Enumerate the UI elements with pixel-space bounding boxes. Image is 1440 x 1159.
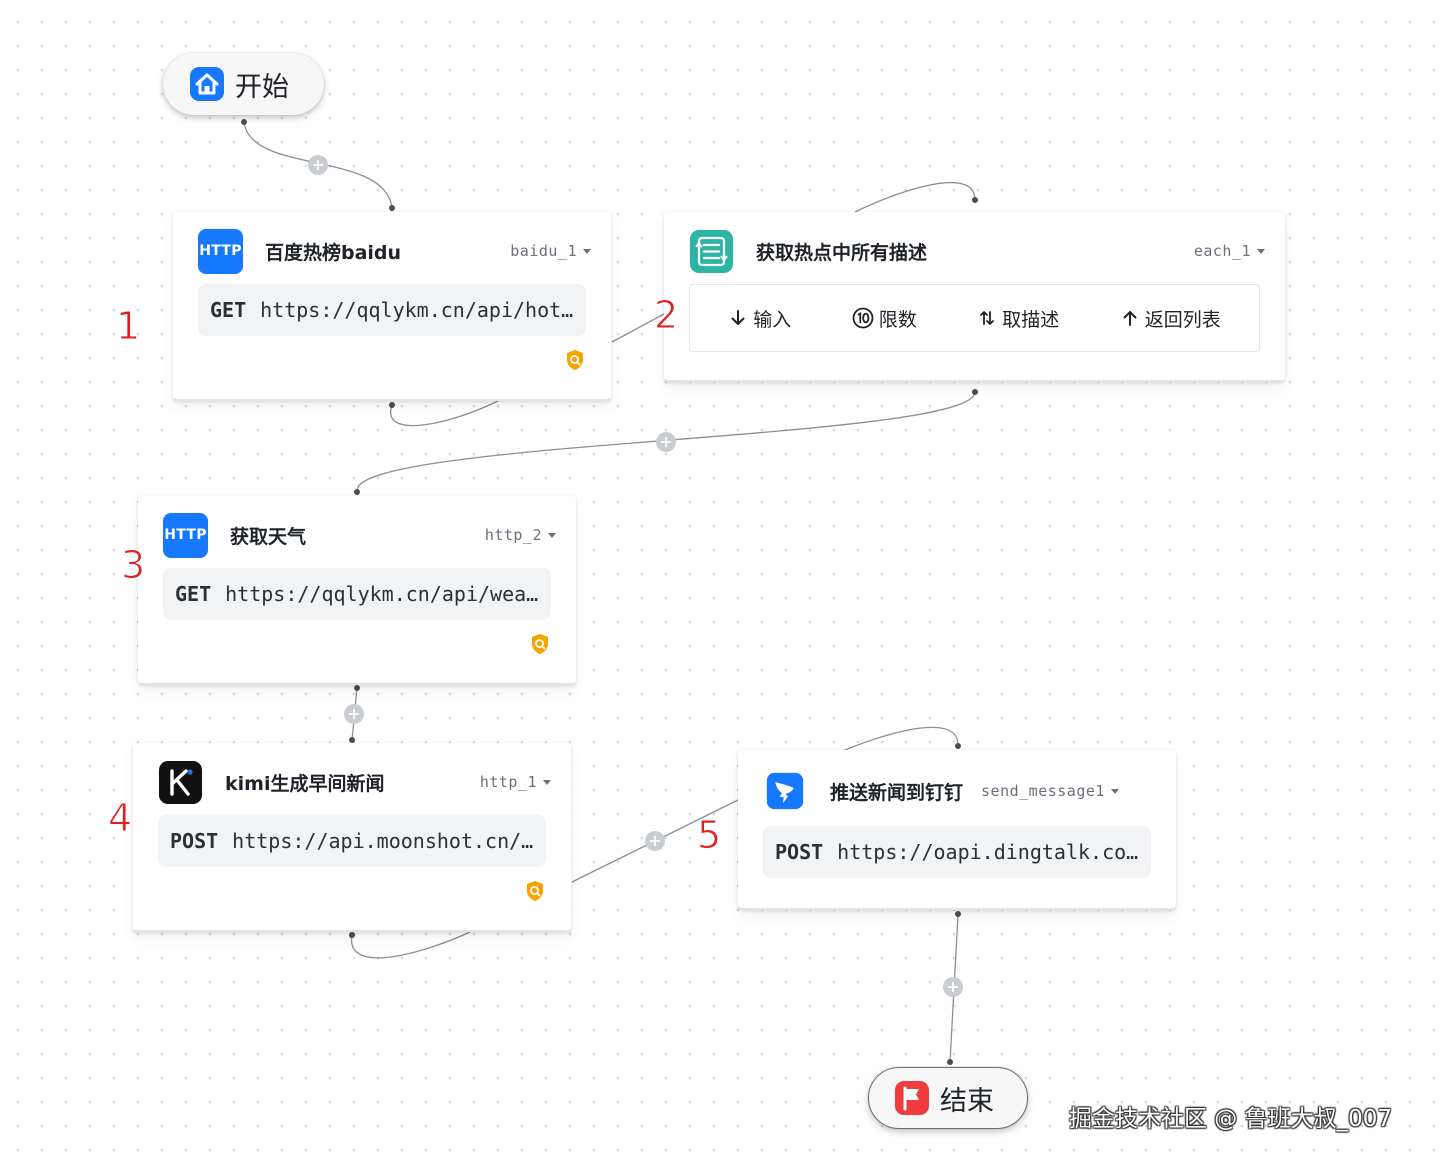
request-url: https://oapi.dingtalk.com/robot/send bbox=[837, 840, 1139, 864]
http-method: GET bbox=[210, 298, 247, 322]
request-line[interactable]: GET https://qqlykm.cn/api/hotlist bbox=[198, 284, 586, 336]
shield-search-icon bbox=[532, 634, 548, 654]
shield-search-icon bbox=[567, 350, 583, 370]
add-node-button-4 bbox=[645, 831, 665, 851]
edge-weather-to-kimi bbox=[351, 687, 358, 741]
http-icon: HTTP bbox=[198, 228, 243, 274]
edge-each-in bbox=[854, 182, 976, 213]
end-label: 结束 bbox=[940, 1085, 994, 1117]
variable-selector[interactable]: send_message1 bbox=[981, 782, 1119, 800]
request-url: https://qqlykm.cn/api/weather bbox=[225, 582, 539, 606]
edge-start-to-baidu bbox=[243, 121, 393, 209]
variable-selector[interactable]: baidu_1 bbox=[510, 242, 591, 260]
start-label: 开始 bbox=[235, 71, 289, 103]
variable-selector[interactable]: http_1 bbox=[480, 773, 551, 791]
node-get-weather[interactable]: HTTP 获取天气 http_2 GET https://qqlykm.cn/a… bbox=[138, 496, 576, 685]
marker-2: 2 bbox=[653, 293, 679, 337]
op-pick-description[interactable]: 取描述 bbox=[977, 305, 1059, 332]
node-dingtalk-send[interactable]: 推送新闻到钉钉 send_message1 POST https://oapi.… bbox=[738, 750, 1176, 910]
arrow-up-icon bbox=[1123, 311, 1137, 326]
node-each-loop[interactable]: 获取热点中所有描述 each_1 输入 限数 取描述 返回列表 bbox=[664, 212, 1285, 382]
request-line[interactable]: POST https://api.moonshot.cn/v1/chat/com… bbox=[158, 815, 546, 867]
marker-3: 3 bbox=[120, 543, 146, 587]
flag-icon bbox=[895, 1081, 929, 1115]
caret-down-icon bbox=[1257, 249, 1265, 254]
variable-selector[interactable]: http_2 bbox=[485, 526, 556, 544]
http-method: POST bbox=[170, 829, 219, 853]
op-return-list[interactable]: 返回列表 bbox=[1120, 305, 1221, 332]
request-line[interactable]: POST https://oapi.dingtalk.com/robot/sen… bbox=[763, 826, 1151, 878]
caret-down-icon bbox=[583, 249, 591, 254]
request-url: https://api.moonshot.cn/v1/chat/completi… bbox=[232, 829, 534, 853]
edge-each-to-weather bbox=[356, 391, 976, 491]
add-node-button-5 bbox=[943, 977, 963, 997]
op-input[interactable]: 输入 bbox=[728, 305, 791, 332]
http-icon: HTTP bbox=[163, 512, 208, 558]
add-node-button-2 bbox=[656, 432, 676, 452]
kimi-logo-icon bbox=[159, 760, 202, 804]
add-node-button-3 bbox=[344, 704, 364, 724]
end-node[interactable]: 结束 bbox=[868, 1067, 1028, 1129]
node-title: 推送新闻到钉钉 bbox=[830, 781, 964, 804]
http-method: GET bbox=[175, 582, 212, 606]
node-title: 百度热榜baidu bbox=[265, 241, 402, 264]
marker-5: 5 bbox=[696, 813, 722, 857]
edge-dingtalk-in bbox=[839, 726, 959, 753]
shield-search-icon bbox=[527, 881, 543, 901]
edge-kimi-loop bbox=[351, 931, 471, 959]
variable-selector[interactable]: each_1 bbox=[1194, 242, 1265, 260]
marker-1: 1 bbox=[115, 304, 141, 348]
node-title: kimi生成早间新闻 bbox=[225, 772, 385, 795]
request-url: https://qqlykm.cn/api/hotlist bbox=[260, 298, 574, 322]
edge-baidu-loop bbox=[390, 399, 501, 427]
request-line[interactable]: GET https://qqlykm.cn/api/weather bbox=[163, 568, 551, 620]
watermark: 掘金技术社区 @ 鲁班大叔_007 bbox=[1069, 1106, 1393, 1132]
node-baidu-hotlist[interactable]: HTTP 百度热榜baidu baidu_1 GET https://qqlyk… bbox=[173, 212, 611, 401]
loop-operations: 输入 限数 取描述 返回列表 bbox=[689, 284, 1260, 352]
http-method: POST bbox=[775, 840, 824, 864]
node-title: 获取热点中所有描述 bbox=[756, 241, 928, 264]
caret-down-icon bbox=[548, 533, 556, 538]
edge-dingtalk-to-end bbox=[949, 914, 959, 1063]
caret-down-icon bbox=[543, 780, 551, 785]
loop-icon bbox=[690, 229, 733, 273]
number-ten-icon bbox=[852, 307, 874, 329]
caret-down-icon bbox=[1110, 789, 1119, 794]
add-node-button-1 bbox=[308, 155, 328, 175]
node-kimi-news[interactable]: kimi生成早间新闻 http_1 POST https://api.moons… bbox=[133, 743, 571, 932]
op-limit[interactable]: 限数 bbox=[852, 305, 917, 332]
marker-4: 4 bbox=[107, 796, 133, 840]
start-node[interactable]: 开始 bbox=[163, 53, 324, 115]
swap-vertical-icon bbox=[980, 311, 995, 325]
arrow-down-icon bbox=[731, 310, 745, 325]
node-title: 获取天气 bbox=[230, 525, 307, 548]
home-icon bbox=[190, 67, 224, 101]
dingtalk-logo-icon bbox=[766, 772, 804, 810]
